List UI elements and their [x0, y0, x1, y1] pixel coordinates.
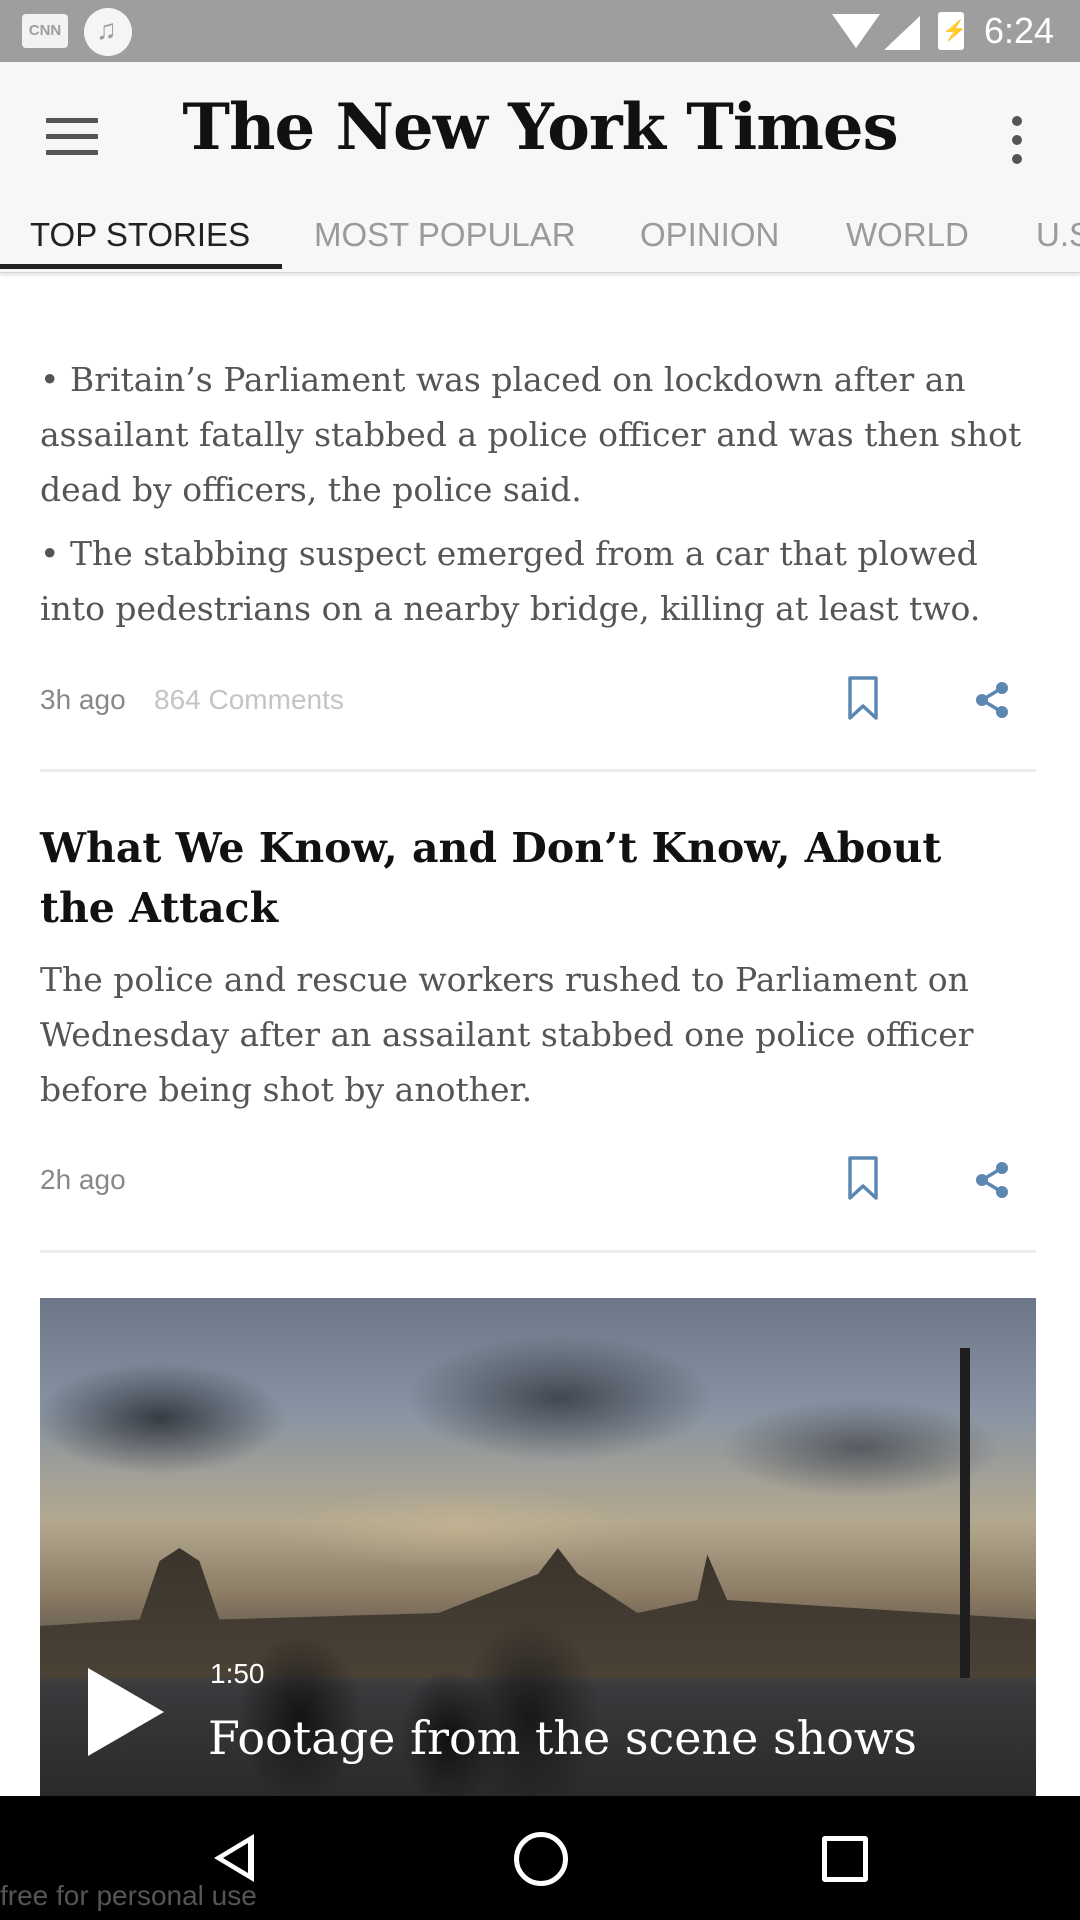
- divider: [40, 769, 1036, 772]
- bookmark-icon[interactable]: [848, 676, 878, 720]
- battery-charging-icon: [938, 12, 967, 50]
- tab-world[interactable]: WORLD: [846, 208, 969, 272]
- more-vert-icon[interactable]: [1012, 116, 1024, 173]
- article-timestamp: 3h ago: [40, 684, 126, 715]
- play-icon[interactable]: [88, 1668, 164, 1756]
- article-bullet: • Britain’s Parliament was placed on loc…: [40, 360, 1022, 509]
- back-icon[interactable]: [214, 1834, 254, 1882]
- video-card[interactable]: 1:50 Footage from the scene shows: [40, 1298, 1036, 1796]
- status-bar: CNN 6:24: [0, 0, 1080, 62]
- tab-most-popular[interactable]: MOST POPULAR: [314, 208, 576, 272]
- article-bullet: • The stabbing suspect emerged from a ca…: [40, 534, 981, 628]
- music-icon: [84, 8, 132, 56]
- wifi-icon: [832, 14, 880, 48]
- app-title: The New York Times: [182, 90, 898, 165]
- article-timestamp: 2h ago: [40, 1164, 126, 1195]
- active-tab-indicator: [0, 264, 282, 269]
- share-icon[interactable]: [972, 680, 1012, 720]
- article-summary[interactable]: The police and rescue workers rushed to …: [40, 952, 1030, 1117]
- video-title[interactable]: Footage from the scene shows: [208, 1708, 1028, 1768]
- video-thumbnail-lamppost: [960, 1348, 970, 1678]
- watermark: free for personal use: [0, 1880, 257, 1911]
- article-headline[interactable]: What We Know, and Don’t Know, About the …: [40, 818, 1030, 938]
- section-tabs: TOP STORIES MOST POPULAR OPINION WORLD U…: [0, 208, 1080, 272]
- tab-opinion[interactable]: OPINION: [640, 208, 779, 272]
- status-time: 6:24: [984, 10, 1055, 51]
- tab-top-stories[interactable]: TOP STORIES: [30, 208, 250, 272]
- tab-us[interactable]: U.S: [1036, 208, 1080, 272]
- share-icon[interactable]: [972, 1160, 1012, 1200]
- cell-signal-icon: [884, 16, 920, 50]
- video-duration: 1:50: [210, 1658, 265, 1689]
- hamburger-menu-icon[interactable]: [46, 118, 98, 158]
- bookmark-icon[interactable]: [848, 1156, 878, 1200]
- divider: [40, 1250, 1036, 1253]
- cnn-icon: CNN: [22, 14, 68, 48]
- recents-icon[interactable]: [822, 1836, 868, 1882]
- comments-link[interactable]: 864 Comments: [154, 684, 344, 716]
- home-icon[interactable]: [514, 1832, 568, 1886]
- app-bar: The New York Times TOP STORIES MOST POPU…: [0, 62, 1080, 273]
